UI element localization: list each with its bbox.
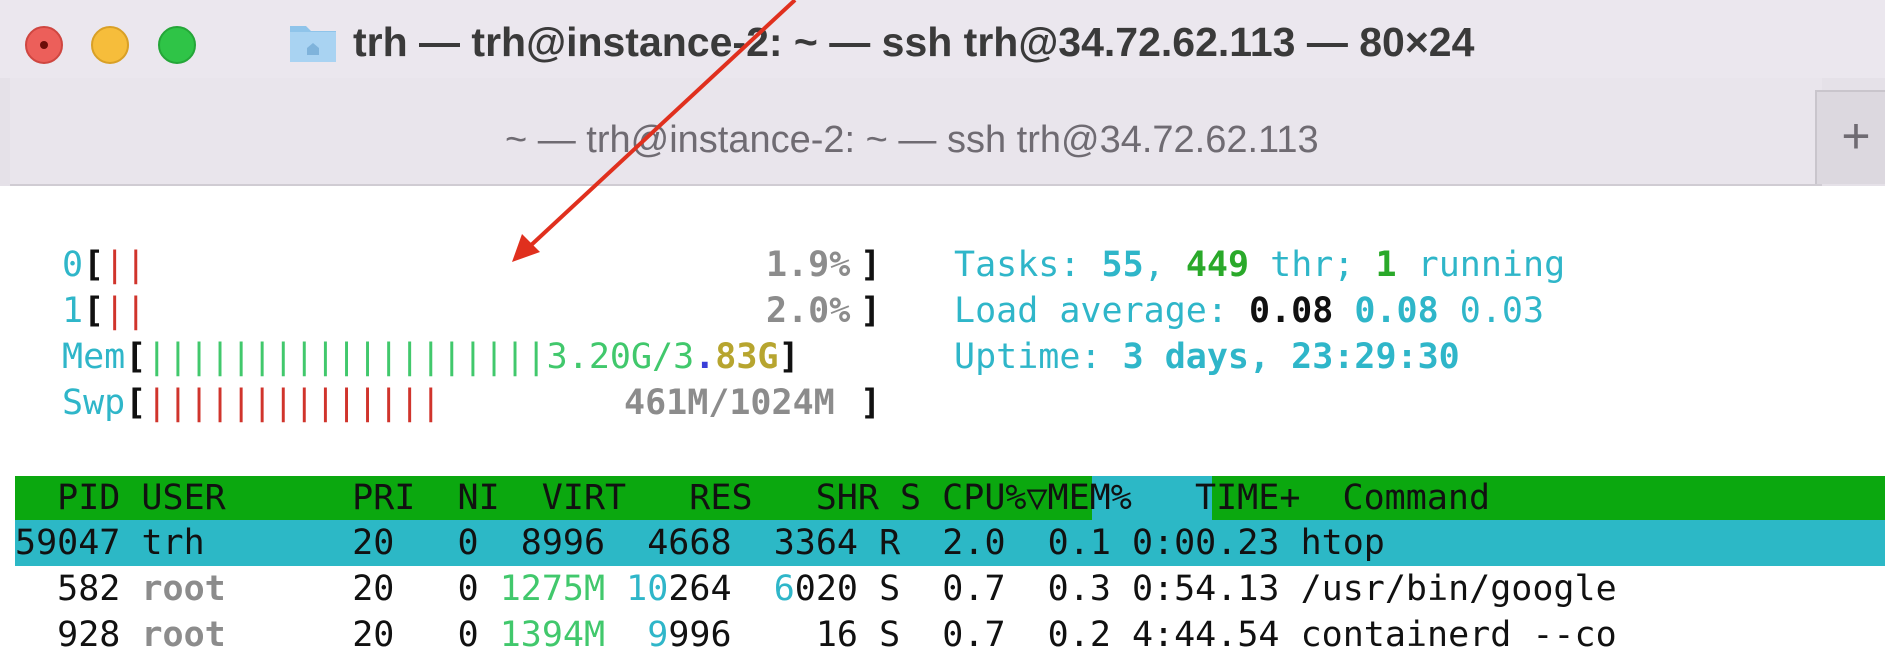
- mem-total: 83G: [715, 337, 779, 377]
- tasks-label: Tasks:: [954, 245, 1102, 285]
- table-row[interactable]: 928 root 20 0 1394M 9996 16 S 0.7 0.2 4:…: [15, 612, 1617, 658]
- header-columns-left[interactable]: PID USER PRI NI VIRT RES SHR S: [15, 478, 942, 518]
- cpu0-bar: ||: [104, 245, 147, 285]
- load5: 0.08: [1354, 291, 1439, 331]
- cpu0-bracket: ]: [860, 245, 882, 285]
- window-title: trh — trh@instance-2: ~ — ssh trh@34.72.…: [353, 19, 1475, 65]
- row2-time: 4:44.54: [1131, 615, 1280, 655]
- row1-ni: 0: [457, 569, 479, 609]
- row1-res-low: 264: [668, 569, 732, 609]
- row1-pid: 582: [57, 569, 121, 609]
- row0-pid: 59047: [15, 523, 121, 563]
- row0-time: 0:00.23: [1131, 523, 1280, 563]
- row1-virt: 1275M: [499, 569, 606, 609]
- row1-cpu: 0.7: [942, 569, 1006, 609]
- running-count: 1: [1375, 245, 1397, 285]
- cpu1-percent: 2.0%: [766, 291, 851, 331]
- swp-meter: Swp[||||||||||||||: [62, 383, 442, 423]
- row1-pri: 20: [352, 569, 395, 609]
- uptime-value: 3 days, 23:29:30: [1122, 337, 1460, 377]
- swp-value: 461M/1024M: [624, 383, 835, 423]
- tasks-comma: ,: [1143, 245, 1186, 285]
- row2-state: S: [879, 615, 901, 655]
- row0-user: trh: [141, 523, 205, 563]
- load-label: Load average:: [954, 291, 1250, 331]
- uptime-label: Uptime:: [954, 337, 1123, 377]
- thr-label: thr;: [1249, 245, 1376, 285]
- row2-user: root: [141, 615, 226, 655]
- close-window-button[interactable]: [25, 26, 63, 64]
- mem-used: 3.20G: [546, 337, 653, 377]
- table-row[interactable]: 582 root 20 0 1275M 10264 6020 S 0.7 0.3…: [15, 566, 1617, 612]
- minimize-window-button[interactable]: [91, 26, 129, 64]
- cpu1-bracket: ]: [860, 291, 882, 331]
- tab-title: ~ — trh@instance-2: ~ — ssh trh@34.72.62…: [505, 119, 1319, 161]
- row1-shr-low: 020: [794, 569, 858, 609]
- swp-label: Swp: [62, 383, 126, 423]
- mem-bar: |||||||||||||||||||: [146, 337, 547, 377]
- row1-res-high: 10: [626, 569, 669, 609]
- row1-shr-high: 6: [773, 569, 795, 609]
- row0-ni: 0: [457, 523, 479, 563]
- swp-bar: ||||||||||||||: [146, 383, 442, 423]
- row0-state: R: [879, 523, 901, 563]
- plus-icon: +: [1841, 108, 1871, 164]
- row0-cmd: htop: [1300, 523, 1385, 563]
- tasks-summary: Tasks: 55, 449 thr; 1 running: [954, 242, 1565, 288]
- mem-label: Mem: [62, 337, 126, 377]
- header-columns-right[interactable]: MEM% TIME+ Command: [1048, 478, 1491, 518]
- row1-mem: 0.3: [1047, 569, 1111, 609]
- row2-cmd: containerd --co: [1300, 615, 1617, 655]
- load1: 0.08: [1249, 291, 1334, 331]
- tasks-count: 55: [1101, 245, 1144, 285]
- swp-bracket: ]: [860, 383, 882, 423]
- mem-meter: Mem[|||||||||||||||||||3.20G/3.83G]: [62, 337, 800, 377]
- header-cpu-sorted[interactable]: CPU%▽: [942, 478, 1047, 518]
- cpu1-label: 1: [62, 291, 84, 331]
- row2-res-low: 996: [668, 615, 732, 655]
- row0-cpu: 2.0: [942, 523, 1006, 563]
- row1-time: 0:54.13: [1131, 569, 1280, 609]
- row2-pid: 928: [57, 615, 121, 655]
- load-average: Load average: 0.08 0.08 0.03: [954, 288, 1544, 334]
- row2-ni: 0: [457, 615, 479, 655]
- cpu0-percent: 1.9%: [766, 245, 851, 285]
- folder-icon: [290, 26, 336, 62]
- header-columns[interactable]: PID USER PRI NI VIRT RES SHR S CPU%▽MEM%…: [15, 476, 1490, 522]
- row2-cpu: 0.7: [942, 615, 1006, 655]
- row2-shr: 16: [815, 615, 858, 655]
- cpu1-meter: 1[||: [62, 291, 147, 331]
- row0-shr: 3364: [773, 523, 858, 563]
- row2-pri: 20: [352, 615, 395, 655]
- cpu0-label: 0: [62, 245, 84, 285]
- load15: 0.03: [1459, 291, 1545, 331]
- row2-mem: 0.2: [1047, 615, 1111, 655]
- row0-virt: 8996: [520, 523, 606, 563]
- row1-state: S: [879, 569, 901, 609]
- row1-cmd: /usr/bin/google: [1300, 569, 1617, 609]
- row1-user: root: [141, 569, 226, 609]
- cpu0-meter: 0[||: [62, 245, 147, 285]
- cpu1-bar: ||: [104, 291, 147, 331]
- row0-mem: 0.1: [1047, 523, 1111, 563]
- mem-sep: /3: [652, 337, 695, 377]
- mem-dot: .: [694, 337, 716, 377]
- table-row[interactable]: 59047 trh 20 0 8996 4668 3364 R 2.0 0.1 …: [15, 520, 1385, 566]
- threads-count: 449: [1185, 245, 1250, 285]
- row0-pri: 20: [352, 523, 395, 563]
- zoom-window-button[interactable]: [158, 26, 196, 64]
- running-label: running: [1396, 245, 1566, 285]
- uptime: Uptime: 3 days, 23:29:30: [954, 334, 1460, 380]
- row2-virt: 1394M: [499, 615, 606, 655]
- row0-res: 4668: [647, 523, 732, 563]
- row2-res-high: 9: [647, 615, 669, 655]
- new-tab-button[interactable]: +: [1815, 90, 1885, 184]
